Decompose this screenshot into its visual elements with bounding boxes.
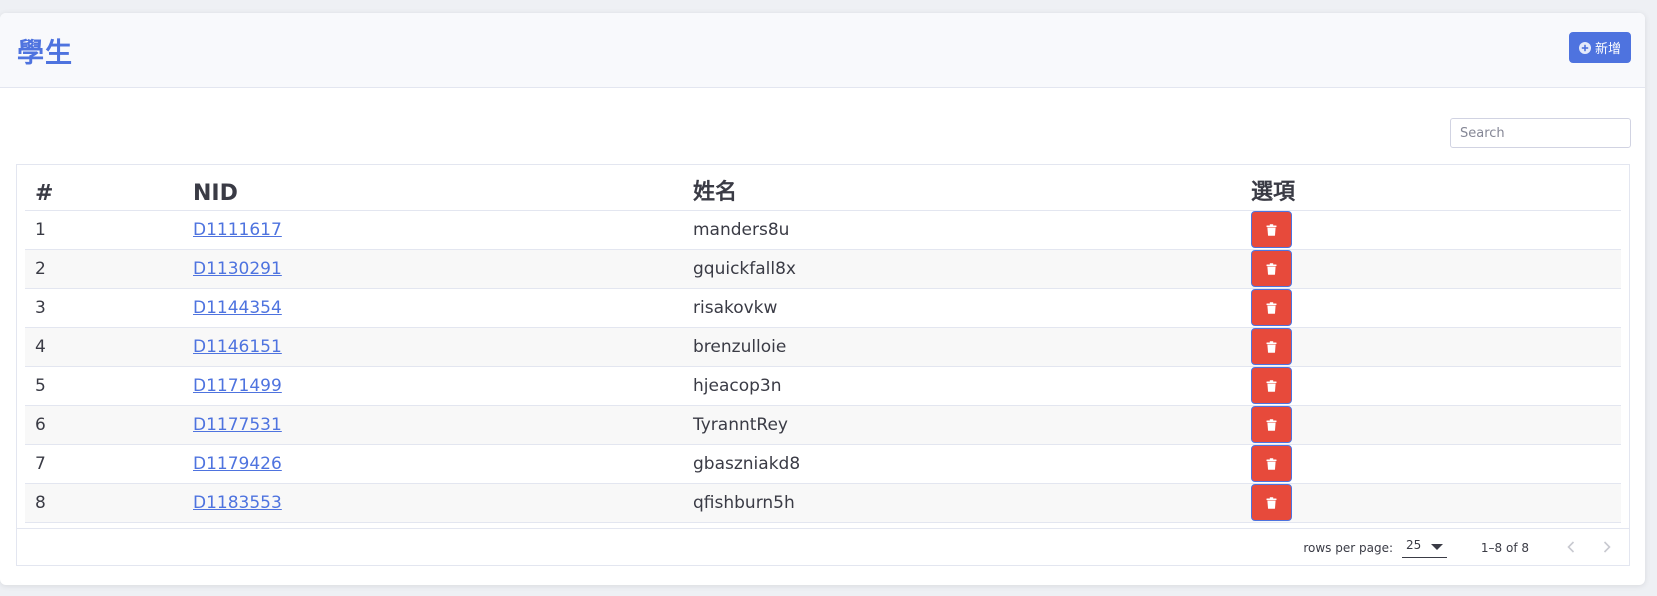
delete-button[interactable] xyxy=(1251,367,1292,404)
options-cell xyxy=(1241,288,1621,328)
pagination-range: 1–8 of 8 xyxy=(1480,541,1529,555)
options-cell xyxy=(1241,444,1621,484)
nid-cell: D1144354 xyxy=(183,288,683,328)
trash-icon xyxy=(1266,262,1277,275)
table-header-row: # NID 姓名 選項 xyxy=(25,165,1621,211)
options-cell xyxy=(1241,366,1621,406)
student-name: hjeacop3n xyxy=(683,366,1241,406)
options-cell xyxy=(1241,483,1621,523)
table-row: 4 D1146151 brenzulloie xyxy=(25,327,1621,367)
row-number: 7 xyxy=(25,444,183,484)
rows-per-page-label: rows per page: xyxy=(1303,541,1393,555)
nid-link[interactable]: D1130291 xyxy=(193,259,282,279)
nid-cell: D1130291 xyxy=(183,249,683,289)
column-header-number: # xyxy=(25,165,183,211)
table-row: 2 D1130291 gquickfall8x xyxy=(25,249,1621,289)
nid-cell: D1179426 xyxy=(183,444,683,484)
nid-link[interactable]: D1111617 xyxy=(193,220,282,240)
row-number: 2 xyxy=(25,249,183,289)
trash-icon xyxy=(1266,340,1277,353)
column-header-options: 選項 xyxy=(1241,165,1621,211)
column-header-nid: NID xyxy=(183,165,683,211)
trash-icon xyxy=(1266,496,1277,509)
nid-cell: D1177531 xyxy=(183,405,683,445)
nid-cell: D1171499 xyxy=(183,366,683,406)
options-cell xyxy=(1241,249,1621,289)
nid-link[interactable]: D1144354 xyxy=(193,298,282,318)
chevron-left-icon[interactable] xyxy=(1561,537,1581,557)
nid-link[interactable]: D1183553 xyxy=(193,493,282,513)
table-footer: rows per page: 25 1–8 of 8 xyxy=(17,528,1629,565)
trash-icon xyxy=(1266,379,1277,392)
rows-per-page-value: 25 xyxy=(1406,538,1422,552)
nid-link[interactable]: D1177531 xyxy=(193,415,282,435)
column-header-name: 姓名 xyxy=(683,165,1241,211)
trash-icon xyxy=(1266,223,1277,236)
students-table: # NID 姓名 選項 1 D1111617 manders8u 2 D1130291 g… xyxy=(25,165,1621,523)
students-table-container: # NID 姓名 選項 1 D1111617 manders8u 2 D1130291 g… xyxy=(16,164,1630,566)
row-number: 6 xyxy=(25,405,183,445)
rows-per-page-select[interactable]: 25 xyxy=(1402,538,1447,558)
student-name: risakovkw xyxy=(683,288,1241,328)
page-title: 學生 xyxy=(17,38,73,69)
student-name: gbaszniakd8 xyxy=(683,444,1241,484)
table-row: 8 D1183553 qfishburn5h xyxy=(25,483,1621,523)
delete-button[interactable] xyxy=(1251,250,1292,287)
table-row: 3 D1144354 risakovkw xyxy=(25,288,1621,328)
delete-button[interactable] xyxy=(1251,289,1292,326)
plus-circle-icon xyxy=(1578,41,1591,54)
delete-button[interactable] xyxy=(1251,211,1292,248)
delete-button[interactable] xyxy=(1251,484,1292,521)
nid-cell: D1111617 xyxy=(183,210,683,250)
student-name: qfishburn5h xyxy=(683,483,1241,523)
options-cell xyxy=(1241,210,1621,250)
trash-icon xyxy=(1266,301,1277,314)
row-number: 4 xyxy=(25,327,183,367)
table-row: 5 D1171499 hjeacop3n xyxy=(25,366,1621,406)
row-number: 5 xyxy=(25,366,183,406)
student-name: brenzulloie xyxy=(683,327,1241,367)
delete-button[interactable] xyxy=(1251,406,1292,443)
table-row: 6 D1177531 TyranntRey xyxy=(25,405,1621,445)
nid-link[interactable]: D1146151 xyxy=(193,337,282,357)
trash-icon xyxy=(1266,457,1277,470)
table-row: 7 D1179426 gbaszniakd8 xyxy=(25,444,1621,484)
table-row: 1 D1111617 manders8u xyxy=(25,210,1621,250)
options-cell xyxy=(1241,327,1621,367)
delete-button[interactable] xyxy=(1251,445,1292,482)
add-button-label: 新增 xyxy=(1594,41,1621,56)
nid-cell: D1146151 xyxy=(183,327,683,367)
nid-link[interactable]: D1179426 xyxy=(193,454,282,474)
row-number: 8 xyxy=(25,483,183,523)
nid-link[interactable]: D1171499 xyxy=(193,376,282,396)
search-input[interactable] xyxy=(1450,118,1631,148)
student-name: manders8u xyxy=(683,210,1241,250)
row-number: 1 xyxy=(25,210,183,250)
student-name: gquickfall8x xyxy=(683,249,1241,289)
delete-button[interactable] xyxy=(1251,328,1292,365)
nid-cell: D1183553 xyxy=(183,483,683,523)
options-cell xyxy=(1241,405,1621,445)
chevron-right-icon[interactable] xyxy=(1597,537,1617,557)
row-number: 3 xyxy=(25,288,183,328)
caret-down-icon xyxy=(1431,544,1443,550)
add-student-button[interactable]: 新增 xyxy=(1568,32,1631,63)
student-name: TyranntRey xyxy=(683,405,1241,445)
students-card: 學生 新增 # NID 姓名 選項 1 D1111617 manders8u 2 D11… xyxy=(0,13,1645,585)
card-header: 學生 新增 xyxy=(0,13,1645,88)
trash-icon xyxy=(1266,418,1277,431)
